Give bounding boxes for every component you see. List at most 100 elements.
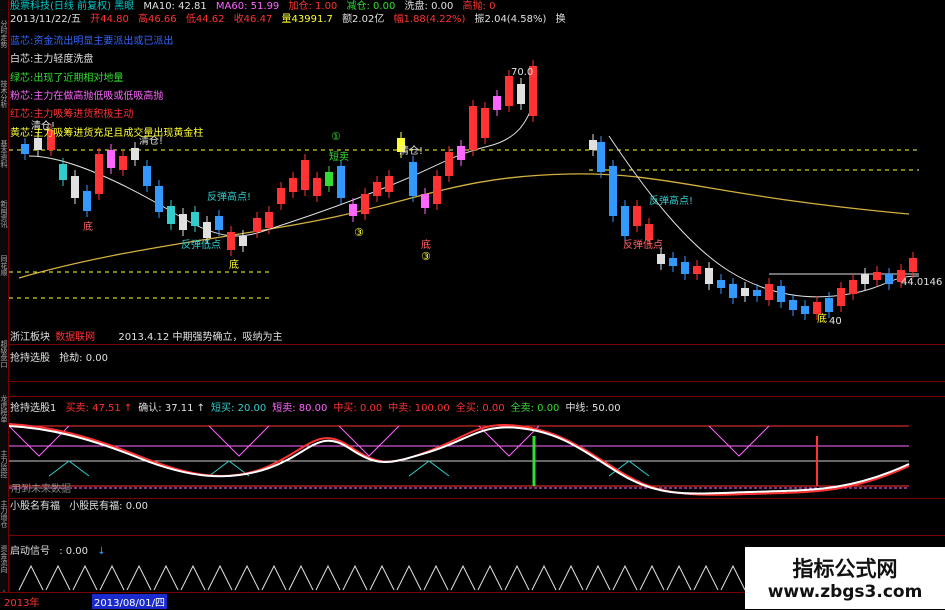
- panel2-label[interactable]: 抢持选股1: [10, 403, 56, 414]
- quote-row: 2013/11/22/五 开44.80 高46.66 低44.62 收46.47…: [10, 13, 572, 27]
- label-circle-1: ①: [331, 130, 341, 143]
- candle: [813, 302, 821, 314]
- candle: [493, 96, 501, 110]
- oscillator-chart[interactable]: 用到未来数据: [9, 416, 945, 498]
- watermark: 指标公式网 www.zbgs3.com: [745, 547, 945, 609]
- candle: [421, 194, 429, 208]
- candle: [313, 178, 321, 196]
- ma60-readout: MA60: 51.99: [215, 1, 280, 12]
- panel1-value: 抢劫: 0.00: [59, 353, 109, 364]
- candle: [469, 106, 477, 150]
- candle: [645, 224, 653, 240]
- candle: [253, 218, 261, 232]
- blank-overlay: [272, 282, 672, 326]
- divider-3: [8, 396, 945, 397]
- panel2-item-4: 中买: 0.00: [333, 403, 383, 414]
- candle: [409, 162, 417, 196]
- quote-amount: 额2.02亿: [342, 14, 385, 25]
- candle: [849, 280, 857, 294]
- panel1-label[interactable]: 抢持选股: [10, 353, 50, 364]
- candle: [717, 280, 725, 288]
- candle: [457, 146, 465, 160]
- stock-title: 股票科技(日线 前复权) 黑眼: [10, 1, 135, 12]
- label-fantan-high-2: 反弹高点!: [649, 194, 693, 207]
- candle: [705, 268, 713, 284]
- sidebar-tab-0[interactable]: 分时走势: [0, 20, 8, 70]
- candle: [885, 274, 893, 284]
- time-axis-year: 2013年: [4, 598, 40, 609]
- sidebar-tab-7[interactable]: 主力监控: [0, 450, 8, 495]
- panel2-item-0: 买卖: 47.51 ↑: [65, 403, 133, 414]
- panel2-item-2: 短买: 20.00: [211, 403, 267, 414]
- candle: [71, 176, 79, 198]
- sidebar-tab-1[interactable]: 技术分析: [0, 80, 8, 130]
- panel4-label[interactable]: 启动信号: [10, 546, 50, 557]
- quote-low: 低44.62: [185, 14, 225, 25]
- legend-1: 白芯:主力轻度洗盘: [10, 54, 94, 65]
- sidebar-tab-8[interactable]: 主力增仓: [0, 500, 8, 540]
- divider-5: [8, 535, 945, 536]
- candle: [873, 272, 881, 280]
- main-note: 2013.4.12 中期强势确立，吸纳为主: [118, 332, 283, 343]
- candle: [143, 166, 151, 186]
- time-axis-date: 2013/08/01/四: [92, 594, 168, 609]
- sidebar-tab-2[interactable]: 基本资料: [0, 140, 8, 190]
- candle: [239, 236, 247, 246]
- candle: [657, 254, 665, 264]
- candle: [589, 140, 597, 150]
- tag-1: 加仓: 1.00: [288, 1, 338, 12]
- label-di-2: 底: [229, 258, 239, 271]
- candle: [191, 212, 199, 226]
- candle: [265, 212, 273, 228]
- candle: [481, 108, 489, 138]
- candle: [609, 166, 617, 216]
- sidebar-tab-3[interactable]: 新闻资讯: [0, 200, 8, 250]
- candle: [277, 188, 285, 204]
- quote-date: 2013/11/22/五: [10, 14, 82, 25]
- candle: [825, 298, 833, 312]
- label-low-price: 40: [829, 316, 842, 326]
- kline-chart[interactable]: 70.0 44.0146 40 清仓! 清仓! 清仓! 短卖 反弹高点! 反弹高…: [9, 26, 945, 326]
- sidebar-tab-4[interactable]: 同花顺: [0, 255, 8, 295]
- candle: [119, 156, 127, 170]
- sidebar-tab-6[interactable]: 龙虎榜单: [0, 395, 8, 445]
- sidebar-tab-5[interactable]: 超级盘口: [0, 340, 8, 390]
- panel4-header: 启动信号 : 0.00 ↓: [10, 545, 106, 559]
- legend-5: 黄芯:主力吸筹进货充足且成交量出现黄金柱: [10, 128, 204, 139]
- candle: [765, 284, 773, 300]
- candle: [131, 148, 139, 160]
- tag-4: 高抛: 0: [462, 1, 496, 12]
- label-circle-2: ③: [354, 226, 364, 239]
- label-di-4: 底: [817, 312, 827, 325]
- candle: [215, 216, 223, 230]
- candle: [361, 194, 369, 214]
- sector-label[interactable]: 浙江板块: [10, 332, 50, 343]
- candle: [777, 286, 785, 302]
- candle: [669, 258, 677, 266]
- quote-amplitude: 振2.04(4.58%): [474, 14, 547, 25]
- quote-high: 高46.66: [138, 14, 177, 25]
- sector-label-2[interactable]: 数据联网: [55, 332, 95, 343]
- candle: [597, 142, 605, 172]
- candle: [741, 288, 749, 296]
- sidebar-tab-9[interactable]: 资金流向: [0, 545, 8, 585]
- quote-change: 幅1.88(4.22%): [393, 14, 466, 25]
- panel3-label[interactable]: 小股名有福: [10, 501, 60, 512]
- label-fantan-high-1: 反弹高点!: [207, 190, 251, 203]
- panel2-header: 抢持选股1 买卖: 47.51 ↑ 确认: 37.11 ↑ 短买: 20.00 短卖:…: [10, 402, 627, 416]
- legend-3: 粉芯:主力在做高抛低吸或低吸高抛: [10, 91, 164, 102]
- panel4-value: : 0.00: [59, 546, 89, 557]
- candle: [753, 290, 761, 296]
- candle: [349, 204, 357, 216]
- candle: [203, 222, 211, 238]
- label-fantan-low-1: 反弹低点: [181, 238, 221, 251]
- quote-turnover: 换: [555, 14, 566, 25]
- divider-4: [8, 498, 945, 499]
- candle: [861, 274, 869, 284]
- panel2-item-8: 中线: 50.00: [565, 403, 621, 414]
- ma10-readout: MA10: 42.81: [143, 1, 207, 12]
- legend-2: 绿芯:出现了近期相对地量: [10, 73, 124, 84]
- candle: [167, 206, 175, 224]
- label-duanmai: 短卖: [329, 150, 349, 163]
- candle: [433, 176, 441, 204]
